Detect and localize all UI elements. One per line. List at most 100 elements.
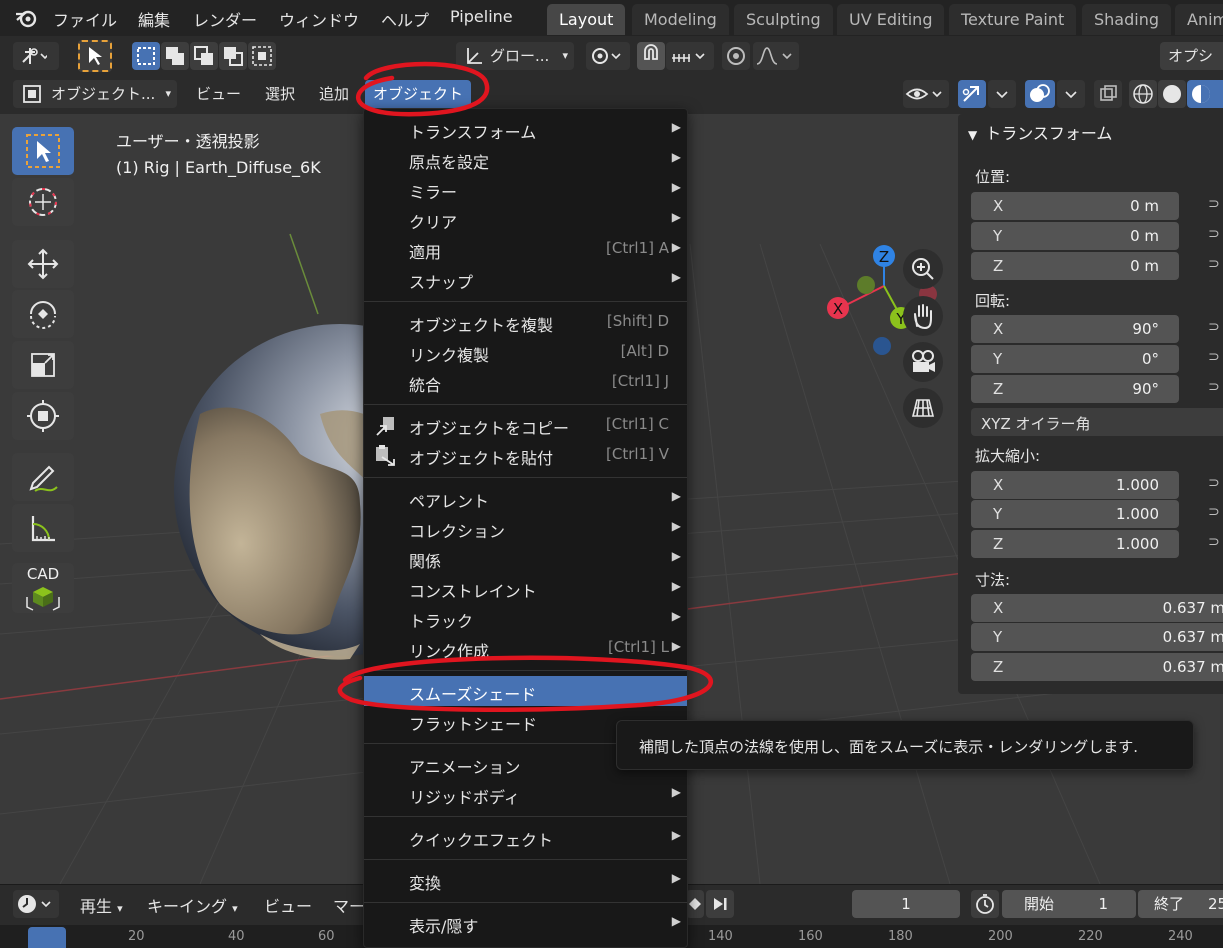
- tab-animation[interactable]: Anim: [1175, 4, 1223, 35]
- menu-item-parent[interactable]: ペアレント ▶: [364, 483, 687, 513]
- menu-item-duplicate-linked[interactable]: リンク複製 [Alt] D: [364, 337, 687, 367]
- use-preview-range-button[interactable]: [971, 890, 999, 918]
- gizmo-toggle-button[interactable]: [958, 80, 986, 108]
- menu-render[interactable]: レンダー: [193, 7, 257, 31]
- tool-select[interactable]: [12, 127, 74, 175]
- jump-end-button[interactable]: [706, 890, 734, 918]
- xray-toggle-button[interactable]: [1094, 80, 1122, 108]
- timeline-menu-playback[interactable]: 再生 ▾: [80, 893, 123, 917]
- select-box-tool-button[interactable]: [78, 40, 112, 72]
- timeline-menu-view[interactable]: ビュー: [264, 893, 312, 917]
- location-x-field[interactable]: X 0 m: [971, 192, 1179, 220]
- lock-icon[interactable]: ⊃: [1208, 256, 1220, 272]
- lock-icon[interactable]: ⊃: [1208, 504, 1220, 520]
- viewport-menu-select[interactable]: 選択: [257, 80, 303, 108]
- lock-icon[interactable]: ⊃: [1208, 319, 1220, 335]
- viewport-menu-add[interactable]: 追加: [311, 80, 357, 108]
- menu-item-snap[interactable]: スナップ ▶: [364, 264, 687, 294]
- current-frame-field[interactable]: 1: [852, 890, 960, 918]
- tab-uv-editing[interactable]: UV Editing: [837, 4, 945, 35]
- select-mode-new-button[interactable]: [132, 42, 160, 70]
- options-button[interactable]: オプシ: [1160, 42, 1223, 70]
- menu-item-quick-effects[interactable]: クイックエフェクト ▶: [364, 822, 687, 852]
- lock-icon[interactable]: ⊃: [1208, 475, 1220, 491]
- menu-item-mirror[interactable]: ミラー ▶: [364, 174, 687, 204]
- menu-item-rigid-body[interactable]: リジッドボディ ▶: [364, 779, 687, 809]
- menu-item-join[interactable]: 統合 [Ctrl1] J: [364, 367, 687, 397]
- gizmo-dropdown-button[interactable]: [988, 80, 1016, 108]
- location-z-field[interactable]: Z 0 m: [971, 252, 1179, 280]
- perspective-toggle-button[interactable]: [903, 388, 943, 428]
- tab-texture-paint[interactable]: Texture Paint: [949, 4, 1077, 35]
- menu-item-transform[interactable]: トランスフォーム ▶: [364, 114, 687, 144]
- visibility-button[interactable]: [903, 80, 949, 108]
- proportional-editing-button[interactable]: [722, 42, 750, 70]
- menu-item-constraint[interactable]: コンストレイント ▶: [364, 573, 687, 603]
- editor-type-button[interactable]: [13, 890, 59, 918]
- snap-target-button[interactable]: [666, 42, 714, 70]
- snap-toggle-button[interactable]: [637, 42, 665, 70]
- tab-sculpting[interactable]: Sculpting: [734, 4, 833, 35]
- blender-logo-icon[interactable]: [14, 8, 38, 28]
- pivot-point-button[interactable]: [586, 42, 630, 70]
- rotation-y-field[interactable]: Y 0°: [971, 345, 1179, 373]
- menu-help[interactable]: ヘルプ: [381, 7, 429, 31]
- tool-rotate[interactable]: [12, 290, 74, 338]
- pan-button[interactable]: [903, 296, 943, 336]
- menu-item-copy-objects[interactable]: オブジェクトをコピー [Ctrl1] C: [364, 410, 687, 440]
- menu-item-duplicate-objects[interactable]: オブジェクトを複製 [Shift] D: [364, 307, 687, 337]
- frame-end-field[interactable]: 終了 25: [1138, 890, 1223, 918]
- tool-measure[interactable]: [12, 504, 74, 552]
- viewport-menu-view[interactable]: ビュー: [188, 80, 249, 108]
- menu-file[interactable]: ファイル: [53, 7, 117, 31]
- dimensions-x-field[interactable]: X 0.637 m: [971, 594, 1223, 622]
- lock-icon[interactable]: ⊃: [1208, 196, 1220, 212]
- transform-pivot-button[interactable]: [13, 42, 59, 70]
- menu-item-relations[interactable]: 関係 ▶: [364, 543, 687, 573]
- lock-icon[interactable]: ⊃: [1208, 379, 1220, 395]
- transform-orientation-select[interactable]: グロー... ▾: [456, 42, 574, 70]
- tab-modeling[interactable]: Modeling: [632, 4, 729, 35]
- tool-move[interactable]: [12, 240, 74, 288]
- scale-z-field[interactable]: Z 1.000: [971, 530, 1179, 558]
- frame-start-field[interactable]: 開始 1: [1002, 890, 1136, 918]
- shading-material-button[interactable]: [1187, 80, 1223, 108]
- interaction-mode-select[interactable]: オブジェクト... ▾: [13, 80, 177, 108]
- menu-item-clear[interactable]: クリア ▶: [364, 204, 687, 234]
- shading-solid-button[interactable]: [1158, 80, 1186, 108]
- menu-item-track[interactable]: トラック ▶: [364, 603, 687, 633]
- menu-window[interactable]: ウィンドウ: [279, 7, 359, 31]
- dimensions-z-field[interactable]: Z 0.637 m: [971, 653, 1223, 681]
- tool-scale[interactable]: [12, 341, 74, 389]
- timeline-menu-keying[interactable]: キーイング ▾: [147, 893, 238, 917]
- lock-icon[interactable]: ⊃: [1208, 226, 1220, 242]
- lock-icon[interactable]: ⊃: [1208, 349, 1220, 365]
- tool-cursor[interactable]: [12, 178, 74, 226]
- menu-item-convert[interactable]: 変換 ▶: [364, 865, 687, 895]
- select-mode-extend-button[interactable]: [161, 42, 189, 70]
- menu-item-collection[interactable]: コレクション ▶: [364, 513, 687, 543]
- menu-item-set-origin[interactable]: 原点を設定 ▶: [364, 144, 687, 174]
- tool-cad-addon[interactable]: CAD: [12, 563, 74, 613]
- rotation-x-field[interactable]: X 90°: [971, 315, 1179, 343]
- camera-view-button[interactable]: [903, 342, 943, 382]
- shading-wireframe-button[interactable]: [1129, 80, 1157, 108]
- menu-item-paste-objects[interactable]: オブジェクトを貼付 [Ctrl1] V: [364, 440, 687, 470]
- scale-x-field[interactable]: X 1.000: [971, 471, 1179, 499]
- tab-layout[interactable]: Layout: [547, 4, 626, 35]
- menu-item-link-data[interactable]: リンク作成 [Ctrl1] L ▶: [364, 633, 687, 663]
- menu-pipeline[interactable]: Pipeline: [450, 7, 513, 26]
- viewport-menu-object[interactable]: オブジェクト: [365, 80, 472, 108]
- select-mode-subtract-button[interactable]: [190, 42, 218, 70]
- overlay-dropdown-button[interactable]: [1057, 80, 1085, 108]
- select-mode-invert-button[interactable]: [219, 42, 247, 70]
- zoom-button[interactable]: [903, 249, 943, 289]
- menu-item-apply[interactable]: 適用 [Ctrl1] A ▶: [364, 234, 687, 264]
- tool-transform[interactable]: [12, 392, 74, 440]
- proportional-falloff-button[interactable]: [753, 42, 799, 70]
- rotation-mode-select[interactable]: XYZ オイラー角: [971, 408, 1223, 436]
- jump-keyframe-button[interactable]: [686, 890, 704, 918]
- menu-edit[interactable]: 編集: [138, 7, 170, 31]
- location-y-field[interactable]: Y 0 m: [971, 222, 1179, 250]
- scale-y-field[interactable]: Y 1.000: [971, 500, 1179, 528]
